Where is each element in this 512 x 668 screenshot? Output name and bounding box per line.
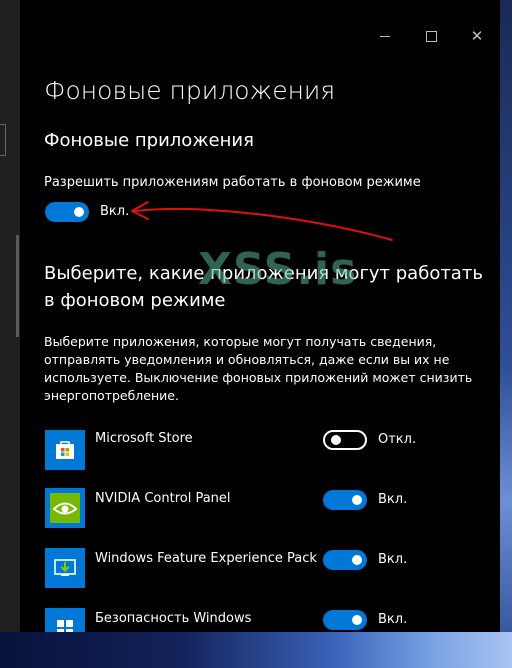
section-title: Фоновые приложения [44, 130, 254, 151]
minimize-icon [380, 35, 390, 37]
state-microsoft-store: Откл. [378, 432, 417, 447]
toggle-knob [331, 435, 341, 445]
windows-security-icon [45, 608, 85, 632]
toggle-feature-experience-pack[interactable] [323, 550, 367, 570]
nvidia-icon [45, 488, 85, 528]
close-icon: ✕ [470, 26, 484, 45]
maximize-button[interactable] [408, 18, 454, 54]
choose-apps-description: Выберите приложения, которые могут получ… [44, 334, 473, 403]
feature-pack-icon [45, 548, 85, 588]
toggle-knob [352, 495, 362, 505]
watermark: XSS.is [198, 244, 358, 295]
microsoft-store-icon [45, 430, 85, 470]
page-title: Фоновые приложения [44, 76, 336, 105]
allow-background-label: Разрешить приложениям работать в фоновом… [44, 175, 421, 190]
desktop-wallpaper-bottom [0, 632, 512, 668]
allow-background-state: Вкл. [100, 204, 130, 219]
allow-background-toggle[interactable] [45, 202, 89, 222]
state-windows-security: Вкл. [378, 612, 408, 627]
background-window-frame [0, 124, 6, 156]
maximize-icon [425, 30, 437, 42]
settings-window: ✕ Фоновые приложения Фоновые приложения … [20, 0, 500, 632]
toggle-knob [352, 615, 362, 625]
app-name-nvidia-control-panel: NVIDIA Control Panel [95, 491, 231, 506]
background-window [0, 0, 20, 632]
toggle-windows-security[interactable] [323, 610, 367, 630]
state-nvidia-control-panel: Вкл. [378, 492, 408, 507]
app-name-windows-security: Безопасность Windows [95, 611, 252, 626]
state-feature-experience-pack: Вкл. [378, 552, 408, 567]
title-bar: ✕ [20, 18, 500, 54]
background-window-scrollbar [16, 235, 19, 337]
minimize-button[interactable] [362, 18, 408, 54]
app-name-feature-experience-pack: Windows Feature Experience Pack [95, 551, 317, 566]
app-name-microsoft-store: Microsoft Store [95, 431, 193, 446]
toggle-knob [352, 555, 362, 565]
desktop-wallpaper-right [500, 0, 512, 668]
close-button[interactable]: ✕ [454, 18, 500, 54]
toggle-microsoft-store[interactable] [323, 430, 367, 450]
toggle-knob [74, 207, 84, 217]
toggle-nvidia-control-panel[interactable] [323, 490, 367, 510]
